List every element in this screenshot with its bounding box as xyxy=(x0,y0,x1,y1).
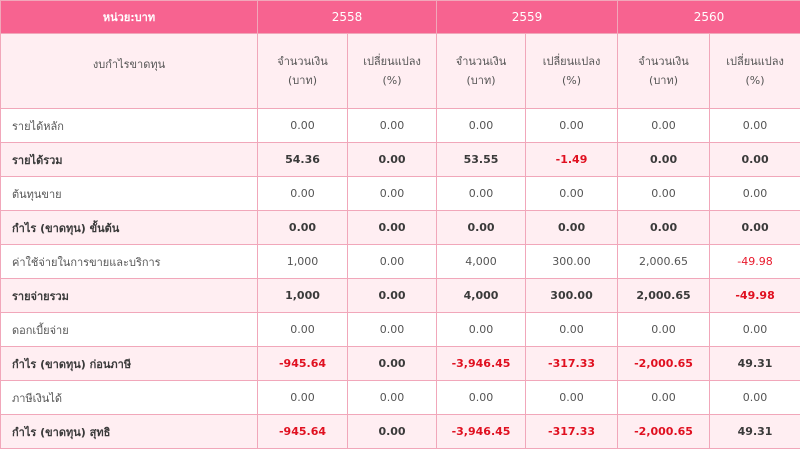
column-header-row: งบกำไรขาดทุน จำนวนเงิน(บาท) เปลี่ยนแปลง(… xyxy=(1,34,800,109)
amount-cell: 0.00 xyxy=(258,381,348,415)
change-cell: -1.49 xyxy=(526,143,618,177)
amount-cell: 0.00 xyxy=(258,109,348,143)
amount-cell: 2,000.65 xyxy=(618,245,710,279)
change-cell: 0.00 xyxy=(710,211,800,245)
amount-cell: 0.00 xyxy=(618,109,710,143)
row-label: ต้นทุนขาย xyxy=(1,177,258,211)
change-cell: 49.31 xyxy=(710,415,800,449)
table-row: ดอกเบี้ยจ่าย0.000.000.000.000.000.00 xyxy=(1,313,800,347)
row-label: ภาษีเงินได้ xyxy=(1,381,258,415)
change-cell: 0.00 xyxy=(710,313,800,347)
amount-cell: 0.00 xyxy=(618,177,710,211)
amount-cell: 0.00 xyxy=(258,211,348,245)
amount-cell: 1,000 xyxy=(258,279,348,313)
change-cell: 0.00 xyxy=(526,211,618,245)
change-cell: -317.33 xyxy=(526,347,618,381)
amount-cell: 0.00 xyxy=(437,177,526,211)
amount-header: จำนวนเงิน(บาท) xyxy=(618,34,710,109)
amount-cell: 0.00 xyxy=(437,381,526,415)
change-cell: 0.00 xyxy=(526,109,618,143)
table-row: รายจ่ายรวม1,0000.004,000300.002,000.65-4… xyxy=(1,279,800,313)
row-label: รายจ่ายรวม xyxy=(1,279,258,313)
amount-cell: -3,946.45 xyxy=(437,347,526,381)
change-cell: 0.00 xyxy=(710,143,800,177)
unit-label: หน่วย:บาท xyxy=(1,1,258,34)
change-cell: 49.31 xyxy=(710,347,800,381)
table-row: กำไร (ขาดทุน) ก่อนภาษี-945.640.00-3,946.… xyxy=(1,347,800,381)
change-cell: 0.00 xyxy=(348,415,437,449)
table-row: ต้นทุนขาย0.000.000.000.000.000.00 xyxy=(1,177,800,211)
change-cell: 0.00 xyxy=(348,347,437,381)
amount-cell: -2,000.65 xyxy=(618,415,710,449)
change-cell: 0.00 xyxy=(710,381,800,415)
year-header-2559: 2559 xyxy=(437,1,618,34)
change-cell: 0.00 xyxy=(348,245,437,279)
change-cell: -49.98 xyxy=(710,279,800,313)
change-cell: 0.00 xyxy=(526,381,618,415)
amount-cell: 54.36 xyxy=(258,143,348,177)
amount-cell: -2,000.65 xyxy=(618,347,710,381)
amount-cell: 4,000 xyxy=(437,279,526,313)
change-header: เปลี่ยนแปลง(%) xyxy=(348,34,437,109)
amount-cell: 0.00 xyxy=(258,177,348,211)
change-header: เปลี่ยนแปลง(%) xyxy=(710,34,800,109)
amount-cell: -3,946.45 xyxy=(437,415,526,449)
amount-cell: 53.55 xyxy=(437,143,526,177)
year-header-2560: 2560 xyxy=(618,1,800,34)
amount-cell: 0.00 xyxy=(437,109,526,143)
amount-cell: 1,000 xyxy=(258,245,348,279)
row-label: รายได้หลัก xyxy=(1,109,258,143)
change-cell: 0.00 xyxy=(526,177,618,211)
change-cell: 0.00 xyxy=(710,177,800,211)
row-label: กำไร (ขาดทุน) ก่อนภาษี xyxy=(1,347,258,381)
year-header-row: หน่วย:บาท 2558 2559 2560 xyxy=(1,1,800,34)
amount-header: จำนวนเงิน(บาท) xyxy=(258,34,348,109)
change-cell: 0.00 xyxy=(348,279,437,313)
amount-cell: 0.00 xyxy=(437,313,526,347)
change-cell: -49.98 xyxy=(710,245,800,279)
amount-cell: 0.00 xyxy=(618,381,710,415)
amount-cell: 0.00 xyxy=(618,313,710,347)
change-cell: 0.00 xyxy=(710,109,800,143)
change-cell: 0.00 xyxy=(526,313,618,347)
table-row: ค่าใช้จ่ายในการขายและบริการ1,0000.004,00… xyxy=(1,245,800,279)
table-row: กำไร (ขาดทุน) ขั้นต้น0.000.000.000.000.0… xyxy=(1,211,800,245)
change-cell: 0.00 xyxy=(348,211,437,245)
row-label: ค่าใช้จ่ายในการขายและบริการ xyxy=(1,245,258,279)
amount-cell: -945.64 xyxy=(258,347,348,381)
change-cell: 0.00 xyxy=(348,177,437,211)
amount-header: จำนวนเงิน(บาท) xyxy=(437,34,526,109)
amount-cell: -945.64 xyxy=(258,415,348,449)
change-cell: 300.00 xyxy=(526,279,618,313)
table-row: รายได้รวม54.360.0053.55-1.490.000.00 xyxy=(1,143,800,177)
row-label: กำไร (ขาดทุน) สุทธิ xyxy=(1,415,258,449)
table-row: ภาษีเงินได้0.000.000.000.000.000.00 xyxy=(1,381,800,415)
amount-cell: 2,000.65 xyxy=(618,279,710,313)
row-label: รายได้รวม xyxy=(1,143,258,177)
table-row: กำไร (ขาดทุน) สุทธิ-945.640.00-3,946.45-… xyxy=(1,415,800,449)
change-cell: 0.00 xyxy=(348,109,437,143)
year-header-2558: 2558 xyxy=(258,1,437,34)
amount-cell: 0.00 xyxy=(437,211,526,245)
change-cell: 300.00 xyxy=(526,245,618,279)
amount-cell: 0.00 xyxy=(258,313,348,347)
change-cell: -317.33 xyxy=(526,415,618,449)
change-cell: 0.00 xyxy=(348,143,437,177)
amount-cell: 4,000 xyxy=(437,245,526,279)
amount-cell: 0.00 xyxy=(618,143,710,177)
change-cell: 0.00 xyxy=(348,313,437,347)
change-cell: 0.00 xyxy=(348,381,437,415)
income-statement-table: หน่วย:บาท 2558 2559 2560 งบกำไรขาดทุน จำ… xyxy=(0,0,800,449)
change-header: เปลี่ยนแปลง(%) xyxy=(526,34,618,109)
table-row: รายได้หลัก0.000.000.000.000.000.00 xyxy=(1,109,800,143)
row-label: ดอกเบี้ยจ่าย xyxy=(1,313,258,347)
amount-cell: 0.00 xyxy=(618,211,710,245)
row-header-label: งบกำไรขาดทุน xyxy=(1,34,258,109)
row-label: กำไร (ขาดทุน) ขั้นต้น xyxy=(1,211,258,245)
